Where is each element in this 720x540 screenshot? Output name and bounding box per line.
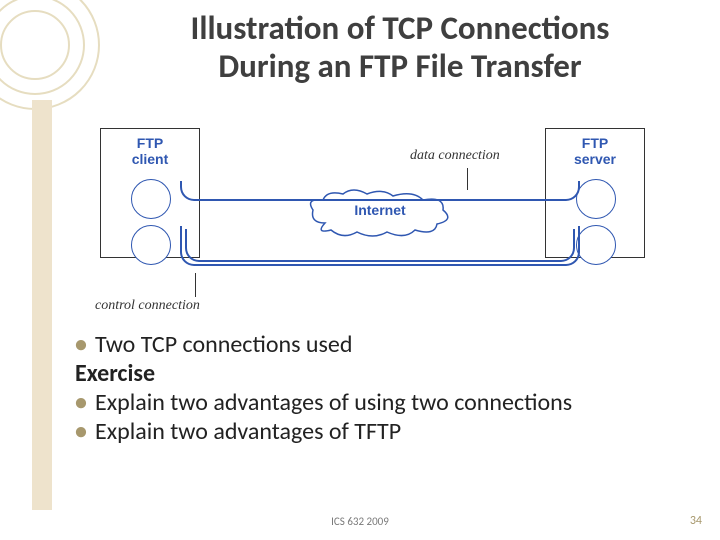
control-connection-annotation: control connection bbox=[95, 298, 200, 314]
server-data-port-icon bbox=[576, 179, 616, 219]
bullet-3: Explain two advantages of TFTP bbox=[75, 417, 690, 446]
footer-text: ICS 632 2009 bbox=[0, 515, 720, 528]
client-control-port-icon bbox=[131, 225, 171, 265]
data-connection-line bbox=[180, 181, 580, 201]
internet-label: Internet bbox=[305, 202, 455, 218]
annotation-leader-control bbox=[195, 273, 196, 297]
ftp-server-label: FTPserver bbox=[546, 129, 644, 167]
title-line-1: Illustration of TCP Connections bbox=[191, 8, 610, 48]
exercise-heading: Exercise bbox=[75, 359, 690, 388]
ftp-diagram: FTPclient FTPserver Internet data connec… bbox=[95, 108, 650, 293]
side-stripe bbox=[32, 100, 52, 510]
slide-title: Illustration of TCP Connections During a… bbox=[0, 0, 720, 86]
bullet-2: Explain two advantages of using two conn… bbox=[75, 388, 690, 417]
annotation-leader-data bbox=[467, 168, 468, 190]
bullet-1: Two TCP connections used bbox=[75, 330, 690, 359]
control-connection-line-inner bbox=[185, 229, 575, 262]
server-control-port-icon bbox=[576, 225, 616, 265]
content-block: Two TCP connections used Exercise Explai… bbox=[75, 330, 690, 446]
client-data-port-icon bbox=[131, 179, 171, 219]
ftp-client-label: FTPclient bbox=[101, 129, 199, 167]
data-connection-annotation: data connection bbox=[410, 148, 500, 164]
page-number: 34 bbox=[690, 514, 702, 528]
title-line-2: During an FTP File Transfer bbox=[218, 46, 581, 86]
